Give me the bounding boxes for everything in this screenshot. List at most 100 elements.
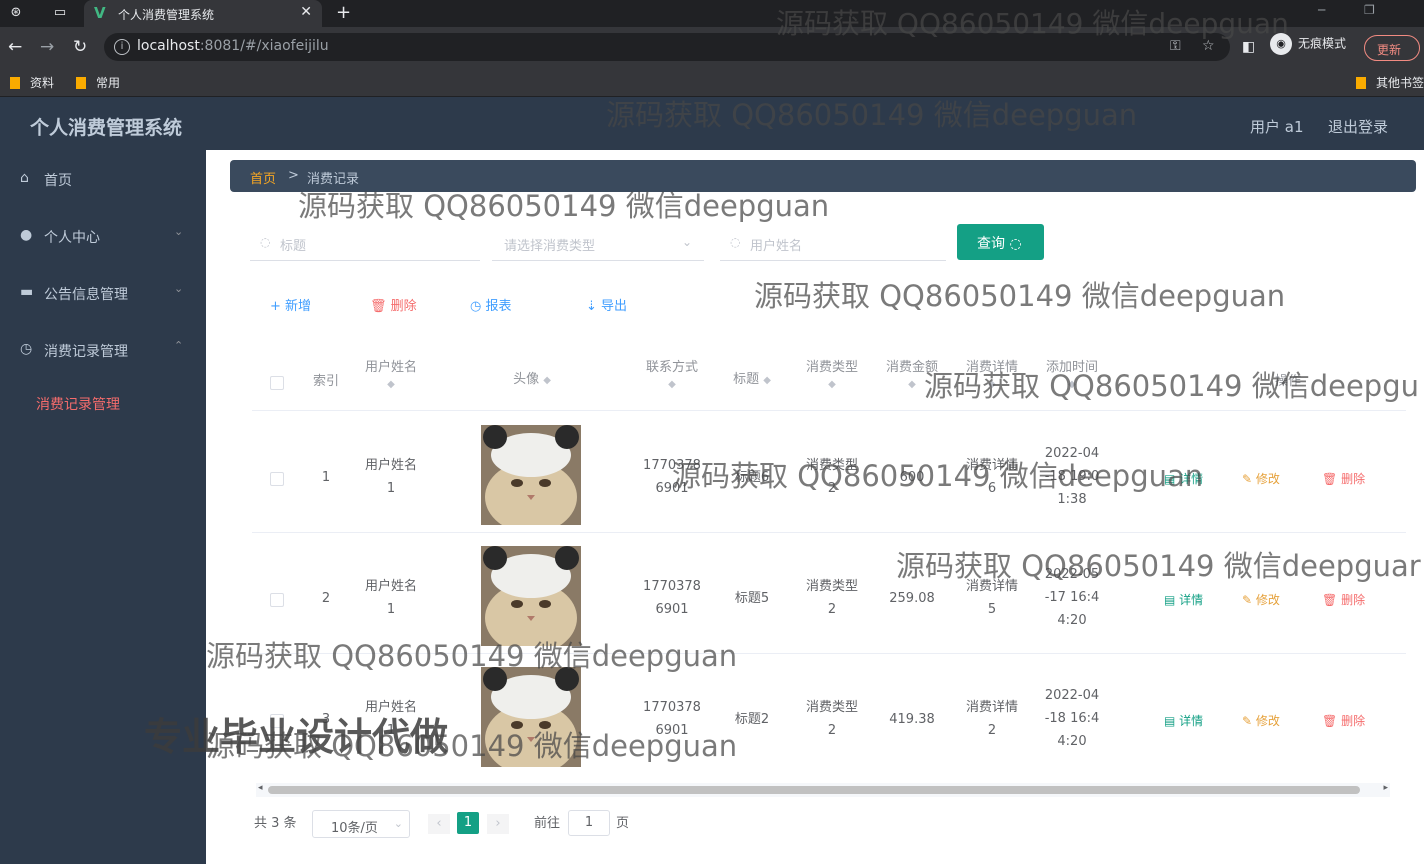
header-amount[interactable]: 消费金额 ◆ — [872, 356, 952, 391]
minimize-icon[interactable]: ─ — [1318, 3, 1325, 17]
page-number-current[interactable]: 1 — [457, 812, 479, 834]
scrollbar-thumb[interactable] — [268, 786, 1360, 794]
row-checkbox[interactable] — [270, 472, 284, 486]
window-icon[interactable]: ▭ — [52, 5, 68, 21]
header-phone-label: 联系方式 — [645, 360, 698, 375]
add-button[interactable]: + 新增 — [270, 295, 311, 314]
type-select[interactable]: 请选择消费类型 ⌄ — [492, 225, 704, 261]
row-delete-button[interactable]: 🗑 删除 — [1322, 712, 1365, 729]
export-label: 导出 — [601, 299, 628, 314]
new-tab-icon[interactable]: + — [336, 2, 351, 23]
bookmark-folder-ziliao[interactable]: 资料 — [10, 74, 54, 91]
browser-tab[interactable]: V 个人消费管理系统 ✕ — [84, 0, 322, 27]
sort-icon[interactable]: ◆ — [792, 379, 872, 391]
prev-page-button[interactable]: ‹ — [428, 814, 450, 834]
sort-icon[interactable]: ◆ — [632, 379, 712, 391]
sidebar-item-profile[interactable]: ● 个人中心 ⌄ — [0, 207, 206, 263]
sort-icon[interactable]: ◆ — [543, 375, 551, 386]
next-page-button[interactable]: › — [487, 814, 509, 834]
header-detail[interactable]: 消费详情 ◆ — [952, 356, 1032, 391]
query-button[interactable]: 查询 ◌ — [957, 224, 1044, 260]
edit-button[interactable]: ✎ 修改 — [1242, 591, 1280, 608]
sort-icon[interactable]: ◆ — [872, 379, 952, 391]
sort-icon[interactable]: ◆ — [350, 379, 432, 391]
sidebar-item-notices[interactable]: ▬ 公告信息管理 ⌄ — [0, 264, 206, 320]
export-button[interactable]: ⇣ 导出 — [586, 295, 627, 314]
row-checkbox[interactable] — [270, 593, 284, 607]
detail-button[interactable]: ▤ 详情 — [1164, 712, 1203, 729]
goto-page-input[interactable]: 1 — [568, 810, 610, 836]
search-icon: ◌ — [1009, 236, 1022, 252]
restore-icon[interactable]: ❐ — [1364, 3, 1375, 17]
cell-phone-line: 1770378 — [643, 579, 701, 594]
other-bookmarks-label: 其他书签 — [1376, 76, 1424, 90]
avatar-image[interactable] — [481, 425, 581, 525]
cell-time-line: 2022-04 — [1044, 446, 1100, 461]
cell-phone-line: 6901 — [655, 723, 689, 738]
header-amount-label: 消费金额 — [885, 360, 938, 375]
edit-button[interactable]: ✎ 修改 — [1242, 470, 1280, 487]
title-search-input[interactable]: ◌ 标题 — [250, 225, 480, 261]
sort-icon[interactable]: ◆ — [763, 375, 771, 386]
url-text[interactable]: localhost:8081/#/xiaofeijilu — [137, 38, 329, 54]
header-type[interactable]: 消费类型 ◆ — [792, 356, 872, 391]
sidebar-item-records[interactable]: ◷ 消费记录管理 ⌃ — [0, 321, 206, 377]
scroll-right-icon[interactable]: ▸ — [1383, 783, 1388, 793]
row-delete-button[interactable]: 🗑 删除 — [1322, 591, 1365, 608]
incognito-indicator[interactable]: ◉ 无痕模式 — [1270, 33, 1346, 55]
avatar-image[interactable] — [481, 546, 581, 646]
detail-button[interactable]: ▤ 详情 — [1164, 470, 1203, 487]
sidebar-item-home[interactable]: ⌂ 首页 — [0, 150, 206, 206]
header-detail-label: 消费详情 — [965, 360, 1018, 375]
total-count: 共 3 条 — [254, 816, 297, 831]
cell-time-line: -18 19:0 — [1044, 469, 1100, 484]
logout-button[interactable]: 退出登录 — [1328, 116, 1388, 137]
sidebar-item-label: 公告信息管理 — [44, 287, 128, 303]
key-icon[interactable]: ⚿ — [1170, 38, 1181, 54]
cell-detail-line: 2 — [987, 723, 997, 738]
close-tab-icon[interactable]: ✕ — [300, 4, 312, 20]
reload-icon[interactable]: ↻ — [73, 37, 87, 57]
sort-icon[interactable]: ◆ — [952, 379, 1032, 391]
breadcrumb-home[interactable]: 首页 — [250, 168, 276, 187]
other-bookmarks[interactable]: 其他书签 — [1356, 74, 1424, 91]
sidepanel-icon[interactable]: ◧ — [1242, 39, 1255, 55]
forward-icon[interactable]: → — [40, 37, 54, 57]
row-delete-button[interactable]: 🗑 删除 — [1322, 470, 1365, 487]
name-search-input[interactable]: ◌ 用户姓名 — [720, 225, 946, 261]
browser-menu-icon[interactable]: ⊛ — [8, 5, 24, 21]
header-time-label: 添加时间 — [1045, 360, 1098, 375]
star-icon[interactable]: ☆ — [1202, 38, 1215, 54]
select-all-checkbox[interactable] — [270, 376, 284, 390]
sidebar-item-label: 消费记录管理 — [44, 344, 128, 360]
back-icon[interactable]: ← — [8, 37, 22, 57]
cell-title: 标题2 — [734, 712, 770, 727]
page-size-select[interactable]: 10条/页 ⌄ — [312, 810, 410, 838]
sidebar-subitem-records[interactable]: 消费记录管理 — [36, 394, 120, 414]
header-title[interactable]: 标题 ◆ — [712, 368, 792, 392]
detail-button[interactable]: ▤ 详情 — [1164, 591, 1203, 608]
edit-button[interactable]: ✎ 修改 — [1242, 712, 1280, 729]
header-avatar[interactable]: 头像 ◆ — [432, 368, 632, 392]
bookmark-folder-changyong[interactable]: 常用 — [76, 74, 120, 91]
omnibox[interactable]: i localhost:8081/#/xiaofeijilu ⚿ ☆ — [104, 33, 1230, 61]
cell-phone: 1770378 6901 — [632, 454, 712, 500]
header-phone[interactable]: 联系方式 ◆ — [632, 356, 712, 391]
avatar-image[interactable] — [481, 667, 581, 767]
horizontal-scrollbar[interactable]: ◂ ▸ — [256, 783, 1390, 797]
chevron-down-icon: ⌄ — [682, 235, 693, 249]
scroll-left-icon[interactable]: ◂ — [258, 783, 263, 793]
cell-time-line: 4:20 — [1057, 613, 1087, 628]
download-icon: ⇣ — [586, 299, 597, 314]
header-time[interactable]: 添加时间 ◆ — [1032, 356, 1112, 391]
delete-button[interactable]: 🗑 删除 — [370, 295, 417, 314]
tab-title: 个人消费管理系统 — [118, 8, 215, 22]
info-icon[interactable]: i — [114, 39, 130, 55]
update-button[interactable]: 更新 — [1364, 35, 1420, 61]
sort-icon[interactable]: ◆ — [1032, 379, 1112, 391]
cell-detail: 消费详情 6 — [952, 454, 1032, 500]
header-name[interactable]: 用户姓名 ◆ — [350, 356, 432, 391]
cell-detail-line: 消费详情 — [965, 700, 1018, 715]
home-icon: ⌂ — [20, 170, 29, 186]
report-button[interactable]: ◷ 报表 — [470, 295, 512, 314]
